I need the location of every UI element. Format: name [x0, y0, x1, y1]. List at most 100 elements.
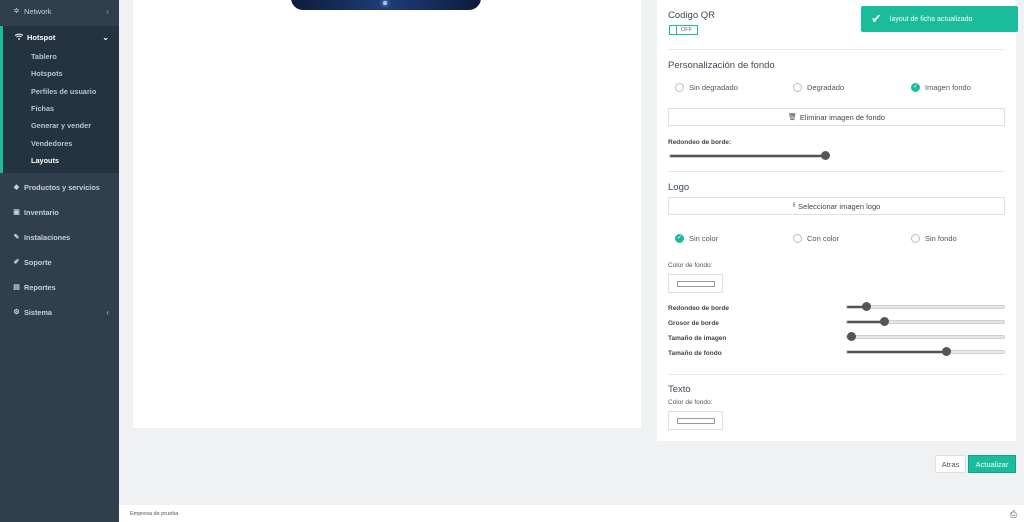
logo-slider-label: Tamaño de imagen: [668, 335, 727, 342]
slider-handle[interactable]: [942, 347, 951, 356]
trash-icon: 🗑: [788, 114, 797, 121]
logo-bg-color-label: Color de fondo:: [668, 262, 713, 269]
qr-toggle[interactable]: OFF: [669, 25, 698, 35]
remove-bg-image-button[interactable]: 🗑 Eliminar imagen de fondo: [668, 108, 1005, 126]
logo-slider-label: Redondeo de borde: [668, 305, 730, 312]
slider-handle[interactable]: [880, 317, 889, 326]
nav-instalaciones-label: Instalaciones: [24, 232, 71, 242]
divider: [668, 374, 1005, 375]
logo-slider-label: Tamaño de fondo: [668, 350, 722, 357]
radio-label: Imagen fondo: [925, 83, 971, 92]
text-bg-color-picker[interactable]: [668, 411, 723, 430]
radio-sin-fondo[interactable]: Sin fondo: [911, 234, 957, 243]
radio-circle: [793, 234, 802, 243]
nav-network-label: Network: [24, 6, 52, 16]
chevron-left-icon: ‹: [106, 307, 109, 317]
nav-productos[interactable]: ◆ Productos y servicios: [0, 175, 119, 200]
select-logo-label: Seleccionar imagen logo: [798, 201, 881, 211]
color-swatch: [677, 281, 715, 287]
nav-network[interactable]: ✲ Network ‹: [0, 0, 119, 22]
printer-icon[interactable]: ⎙: [1010, 509, 1017, 520]
layout-preview: [133, 0, 641, 428]
radio-imagen-fondo[interactable]: ✓ Imagen fondo: [911, 83, 971, 92]
logo-slider-label: Grosor de borde: [668, 320, 719, 327]
nav-sistema[interactable]: ⚙ Sistema ‹: [0, 300, 119, 325]
text-title: Texto: [668, 384, 691, 395]
nav-hotspot-group: Hotspot ⌄ Tablero Hotspots Perfiles de u…: [0, 26, 119, 173]
radio-circle: [793, 83, 802, 92]
network-icon: ✲: [13, 8, 20, 15]
qr-title: Codigo QR: [668, 10, 715, 21]
footer-company: Empresa de prueba: [130, 510, 179, 517]
radio-label: Sin color: [689, 234, 719, 243]
wifi-icon: [14, 33, 24, 42]
bg-title: Personalización de fondo: [668, 60, 775, 71]
sub-tablero[interactable]: Tablero: [3, 48, 119, 65]
divider: [668, 49, 1005, 50]
upload-icon: ⭱: [792, 201, 796, 209]
check-icon: ✔: [871, 11, 882, 26]
back-button[interactable]: Atras: [935, 455, 966, 473]
nav-hotspot[interactable]: Hotspot ⌄: [3, 26, 119, 48]
radio-label: Sin degradado: [689, 83, 738, 92]
nav-inventario[interactable]: ▣ Inventario: [0, 200, 119, 225]
cubes-icon: ▣: [13, 209, 20, 217]
logo-bg-color-picker[interactable]: [668, 274, 723, 293]
radio-sin-degradado[interactable]: Sin degradado: [675, 83, 738, 92]
sub-layouts[interactable]: Layouts: [3, 152, 119, 173]
radio-label: Degradado: [807, 83, 845, 92]
radio-sin-color[interactable]: ✓ Sin color: [675, 234, 718, 243]
tags-icon: ◆: [13, 184, 20, 192]
nav-soporte[interactable]: ✐ Soporte: [0, 250, 119, 275]
toast-notification: ✔ layout de ficha actualizado: [861, 6, 1018, 32]
chevron-down-icon: ⌄: [102, 32, 109, 42]
radio-degradado[interactable]: Degradado: [793, 83, 844, 92]
nav-sistema-label: Sistema: [24, 307, 52, 317]
slider-handle[interactable]: [847, 332, 856, 341]
sub-vendedores[interactable]: Vendedores: [3, 134, 119, 151]
nav-instalaciones[interactable]: ✎ Instalaciones: [0, 225, 119, 250]
sub-fichas[interactable]: Fichas: [3, 100, 119, 117]
plug-icon: ✎: [13, 234, 20, 242]
divider: [668, 171, 1005, 172]
nav-hotspot-label: Hotspot: [27, 32, 56, 42]
settings-panel: Codigo QR OFF Personalización de fondo S…: [657, 0, 1016, 441]
nav-inventario-label: Inventario: [24, 207, 59, 217]
text-bg-color-label: Color de fondo:: [668, 399, 713, 406]
bg-radius-slider[interactable]: [669, 151, 830, 160]
nav-soporte-label: Soporte: [24, 257, 52, 267]
logo-title: Logo: [668, 182, 690, 193]
update-button[interactable]: Actualizar: [968, 455, 1016, 473]
sidebar: ✲ Network ‹ Hotspot ⌄ Tablero Hotspots P…: [0, 0, 119, 522]
sub-hotspots[interactable]: Hotspots: [3, 65, 119, 82]
toast-message: layout de ficha actualizado: [889, 15, 973, 23]
book-icon: ▤: [13, 284, 20, 292]
bg-radius-label: Redondeo de borde:: [668, 139, 732, 146]
radio-label: Con color: [807, 234, 840, 243]
radio-label: Sin fondo: [925, 234, 957, 243]
nav-productos-label: Productos y servicios: [24, 182, 100, 192]
sub-generar[interactable]: Generar y vender: [3, 117, 119, 134]
footer: Empresa de prueba ⎙: [119, 505, 1024, 522]
remove-bg-label: Eliminar imagen de fondo: [799, 112, 885, 122]
radio-con-color[interactable]: Con color: [793, 234, 839, 243]
radio-circle: [675, 83, 684, 92]
logo-bg-size-slider[interactable]: [846, 347, 1005, 356]
wrench-icon: ✐: [13, 259, 20, 267]
check-icon: ✓: [675, 234, 684, 243]
preview-background-image: [291, 0, 481, 10]
nav-reportes[interactable]: ▤ Reportes: [0, 275, 119, 300]
color-swatch: [677, 418, 715, 424]
select-logo-button[interactable]: ⭱ Seleccionar imagen logo: [668, 197, 1005, 215]
toggle-label: OFF: [681, 27, 692, 33]
slider-handle[interactable]: [821, 151, 830, 160]
logo-image-size-slider[interactable]: [846, 332, 1005, 341]
logo-radius-slider[interactable]: [846, 302, 1005, 311]
sub-perfiles[interactable]: Perfiles de usuario: [3, 83, 119, 100]
radio-circle: [911, 234, 920, 243]
slider-handle[interactable]: [862, 302, 871, 311]
nav-reportes-label: Reportes: [24, 282, 56, 292]
cogs-icon: ⚙: [13, 309, 20, 317]
logo-border-slider[interactable]: [846, 317, 1005, 326]
toggle-knob: [670, 26, 677, 34]
